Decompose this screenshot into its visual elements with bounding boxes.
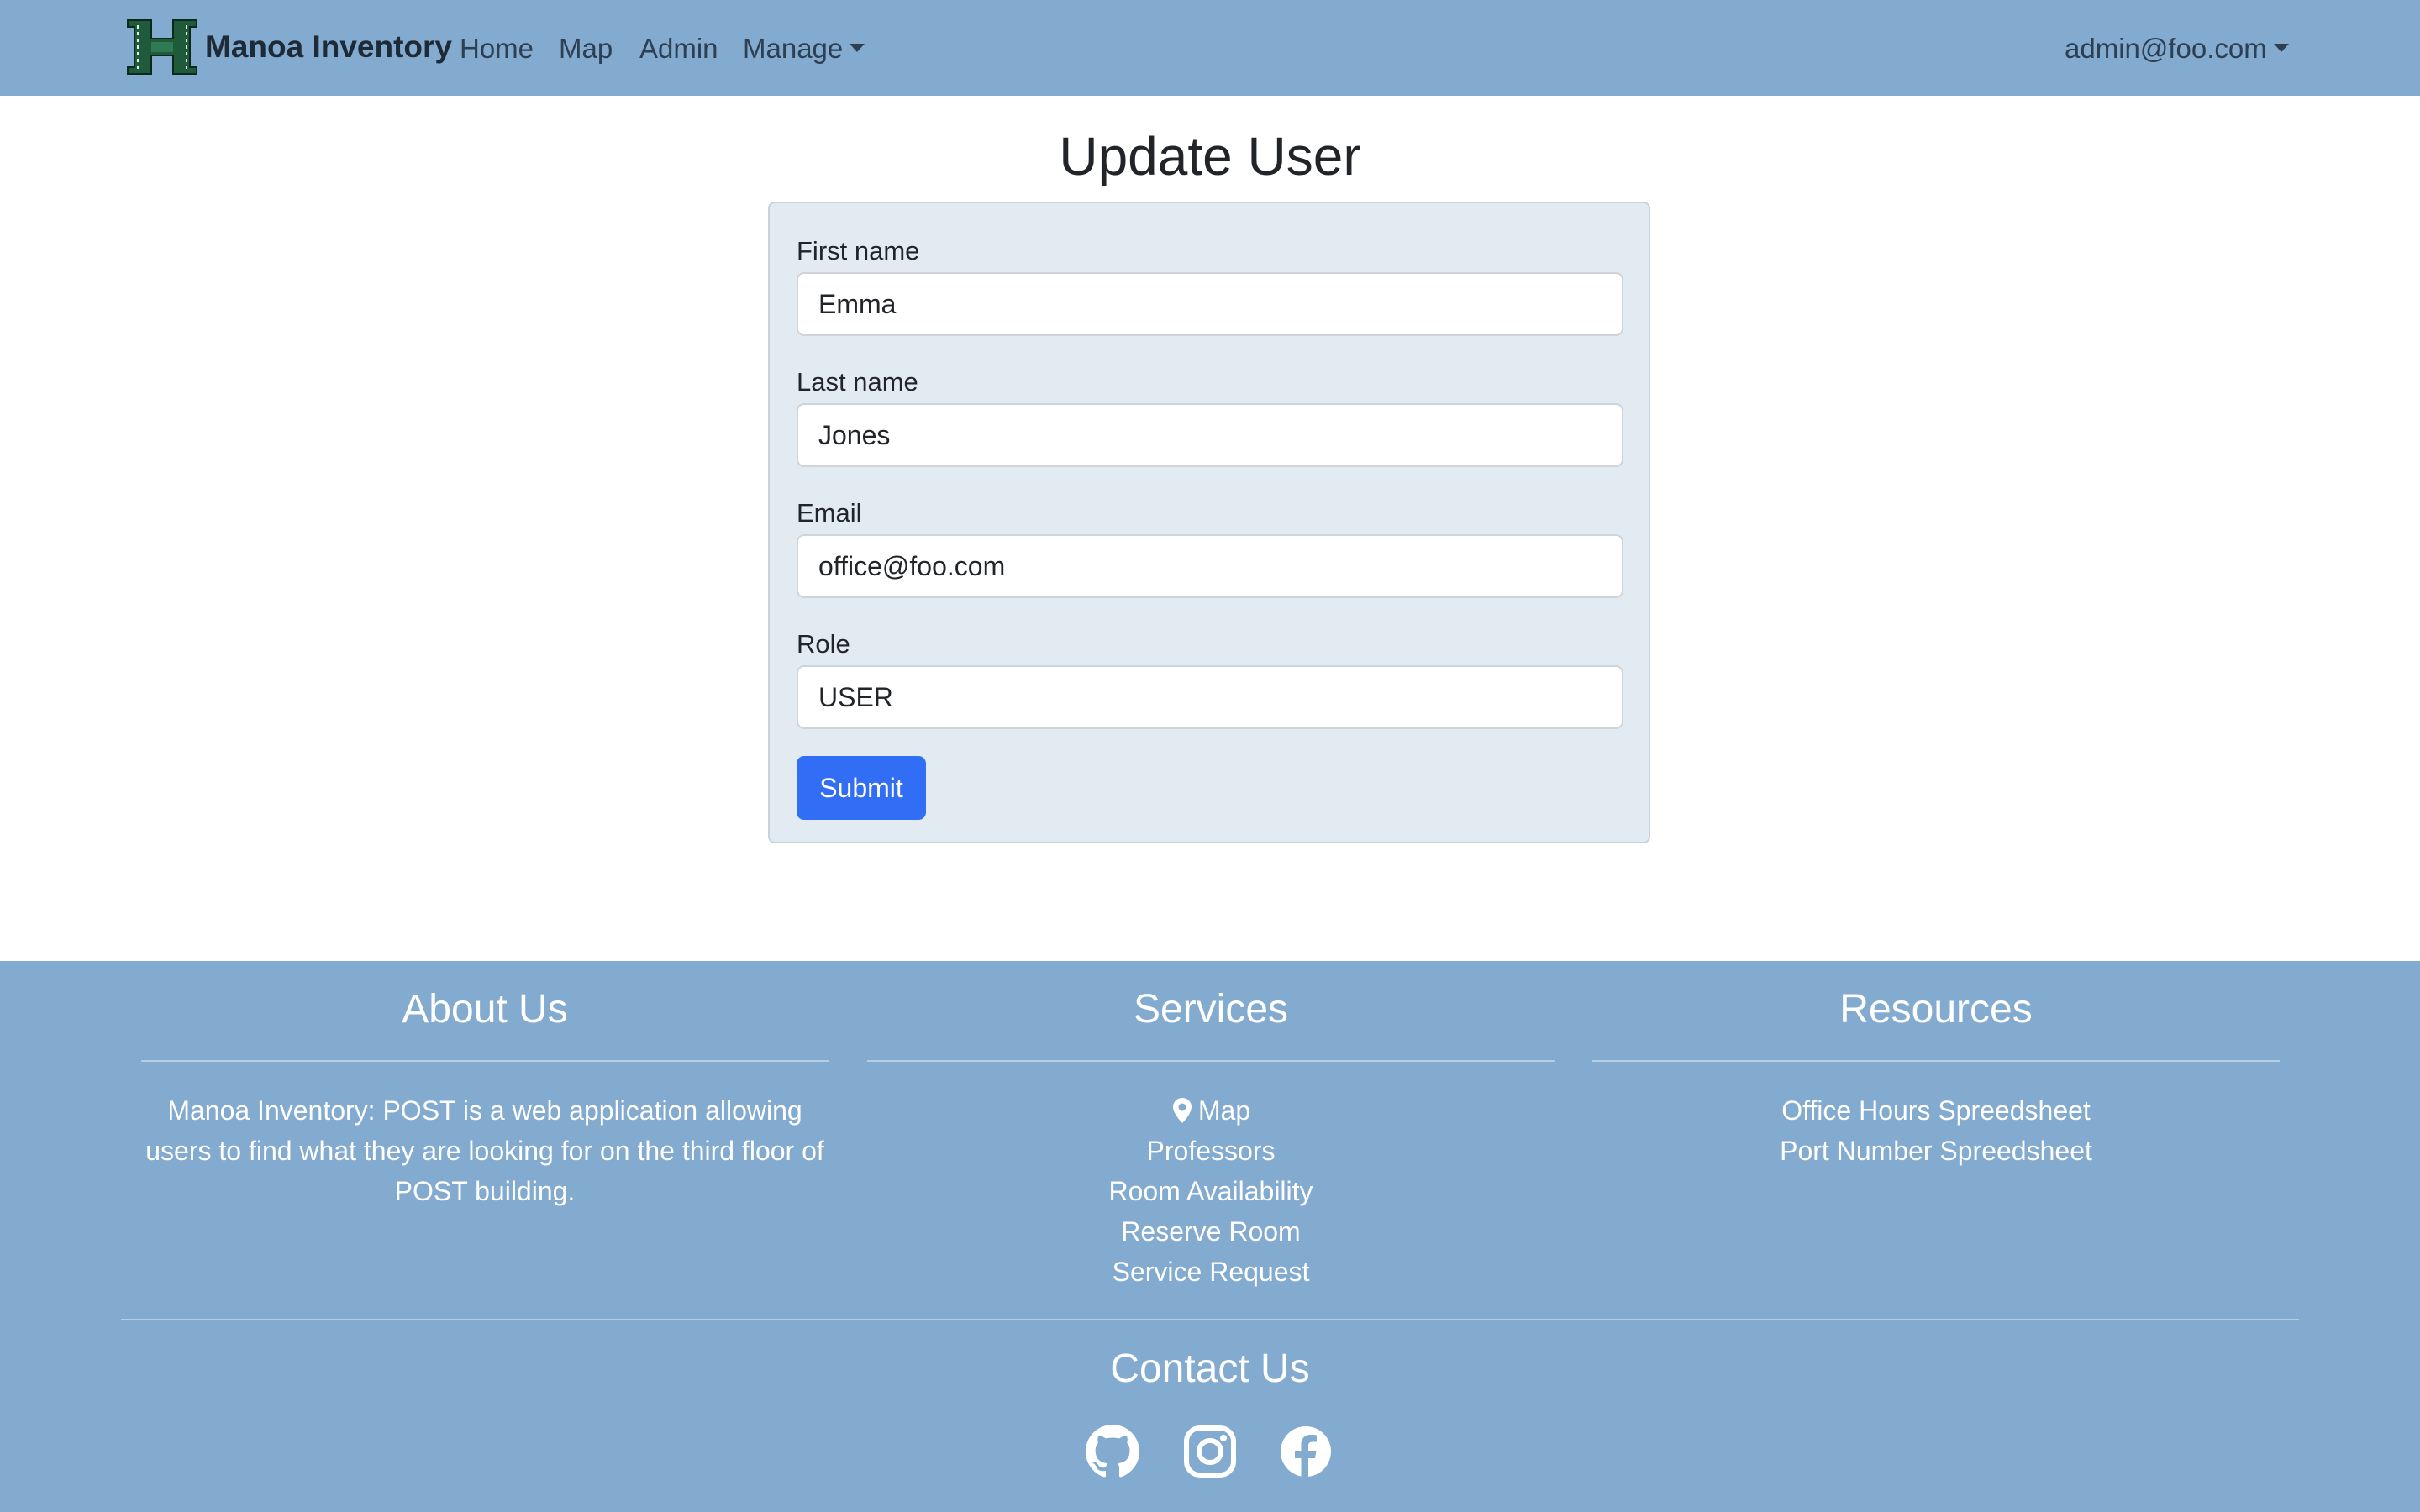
services-title: Services — [1133, 987, 1289, 1032]
service-link-professors[interactable]: Professors — [867, 1131, 1555, 1171]
service-link-reserve-room[interactable]: Reserve Room — [867, 1211, 1555, 1252]
about-title: About Us — [402, 987, 568, 1032]
first-name-label: First name — [797, 236, 920, 265]
github-icon[interactable] — [1086, 1425, 1139, 1478]
resources-divider — [1592, 1060, 2280, 1062]
role-input[interactable] — [797, 665, 1623, 729]
resources-list: Office Hours Spreedsheet Port Number Spr… — [1592, 1090, 2280, 1171]
brand-name: Manoa Inventory — [205, 29, 452, 64]
service-link-room-availability[interactable]: Room Availability — [867, 1171, 1555, 1211]
resource-link-office-hours[interactable]: Office Hours Spreedsheet — [1592, 1090, 2280, 1131]
last-name-input[interactable] — [797, 403, 1623, 467]
user-menu-dropdown[interactable]: admin@foo.com — [2065, 30, 2289, 67]
about-divider — [141, 1060, 829, 1062]
brand-link[interactable]: Manoa Inventory — [124, 15, 452, 79]
role-label: Role — [797, 629, 850, 659]
service-link-map[interactable]: Map — [867, 1090, 1555, 1131]
nav-map[interactable]: Map — [559, 30, 613, 67]
facebook-icon[interactable] — [1279, 1425, 1333, 1478]
resource-link-port-number[interactable]: Port Number Spreedsheet — [1592, 1131, 2280, 1171]
nav-home[interactable]: Home — [460, 30, 534, 67]
contact-title: Contact Us — [1110, 1347, 1310, 1391]
update-user-form: First name Last name Email Role Submit — [768, 202, 1650, 843]
last-name-label: Last name — [797, 367, 918, 396]
footer: About Us Manoa Inventory: POST is a web … — [0, 961, 2420, 1512]
about-text: Manoa Inventory: POST is a web applicati… — [145, 1095, 824, 1206]
email-label: Email — [797, 498, 862, 528]
hawaii-h-logo-icon — [127, 19, 197, 75]
first-name-input[interactable] — [797, 272, 1623, 336]
nav-admin[interactable]: Admin — [639, 30, 718, 67]
top-navbar: Manoa Inventory Home Map Admin Manage ad… — [0, 0, 2420, 96]
chevron-down-icon — [2273, 44, 2289, 53]
instagram-icon[interactable] — [1183, 1425, 1237, 1478]
map-pin-icon — [1172, 1097, 1192, 1123]
chevron-down-icon — [850, 44, 865, 53]
service-link-map-label: Map — [1197, 1095, 1251, 1126]
resources-title: Resources — [1839, 987, 2033, 1032]
page-title: Update User — [1059, 126, 1361, 186]
submit-button[interactable]: Submit — [797, 756, 926, 820]
service-link-service-request[interactable]: Service Request — [867, 1252, 1555, 1292]
footer-divider — [121, 1319, 2299, 1320]
email-input[interactable] — [797, 534, 1623, 598]
nav-manage-dropdown[interactable]: Manage — [743, 30, 865, 67]
services-list: Map Professors Room Availability Reserve… — [867, 1090, 1555, 1292]
services-divider — [867, 1060, 1555, 1062]
user-email: admin@foo.com — [2065, 33, 2267, 64]
nav-manage-label: Manage — [743, 33, 844, 64]
